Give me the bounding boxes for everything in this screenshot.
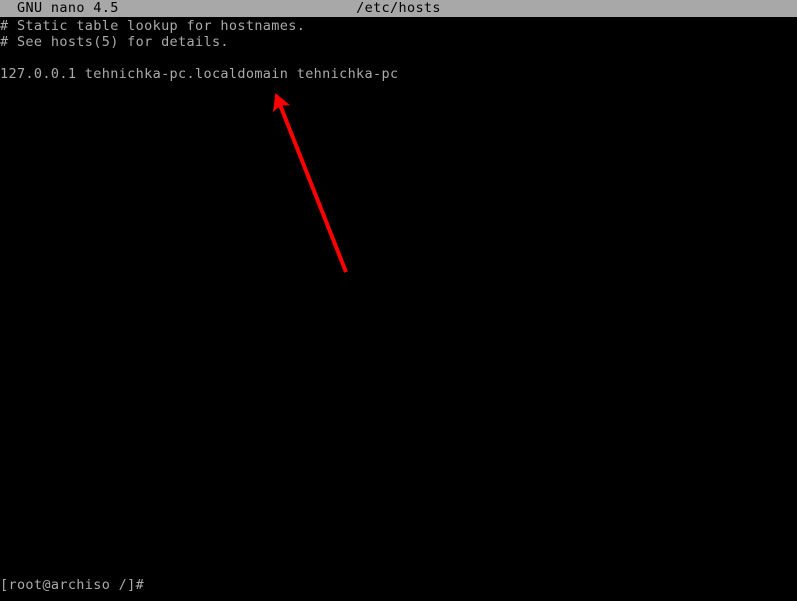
nano-filename-label: /etc/hosts bbox=[356, 0, 441, 16]
nano-editor-area[interactable]: # Static table lookup for hostnames. # S… bbox=[0, 18, 797, 574]
shell-prompt: [root@archiso /]# bbox=[0, 577, 145, 593]
editor-line: 127.0.0.1 tehnichka-pc.localdomain tehni… bbox=[0, 66, 399, 82]
terminal-screen: GNU nano 4.5 /etc/hosts # Static table l… bbox=[0, 0, 797, 601]
editor-line: # Static table lookup for hostnames. bbox=[0, 18, 306, 34]
nano-title-bar: GNU nano 4.5 /etc/hosts bbox=[0, 0, 797, 17]
editor-line: # See hosts(5) for details. bbox=[0, 34, 229, 50]
